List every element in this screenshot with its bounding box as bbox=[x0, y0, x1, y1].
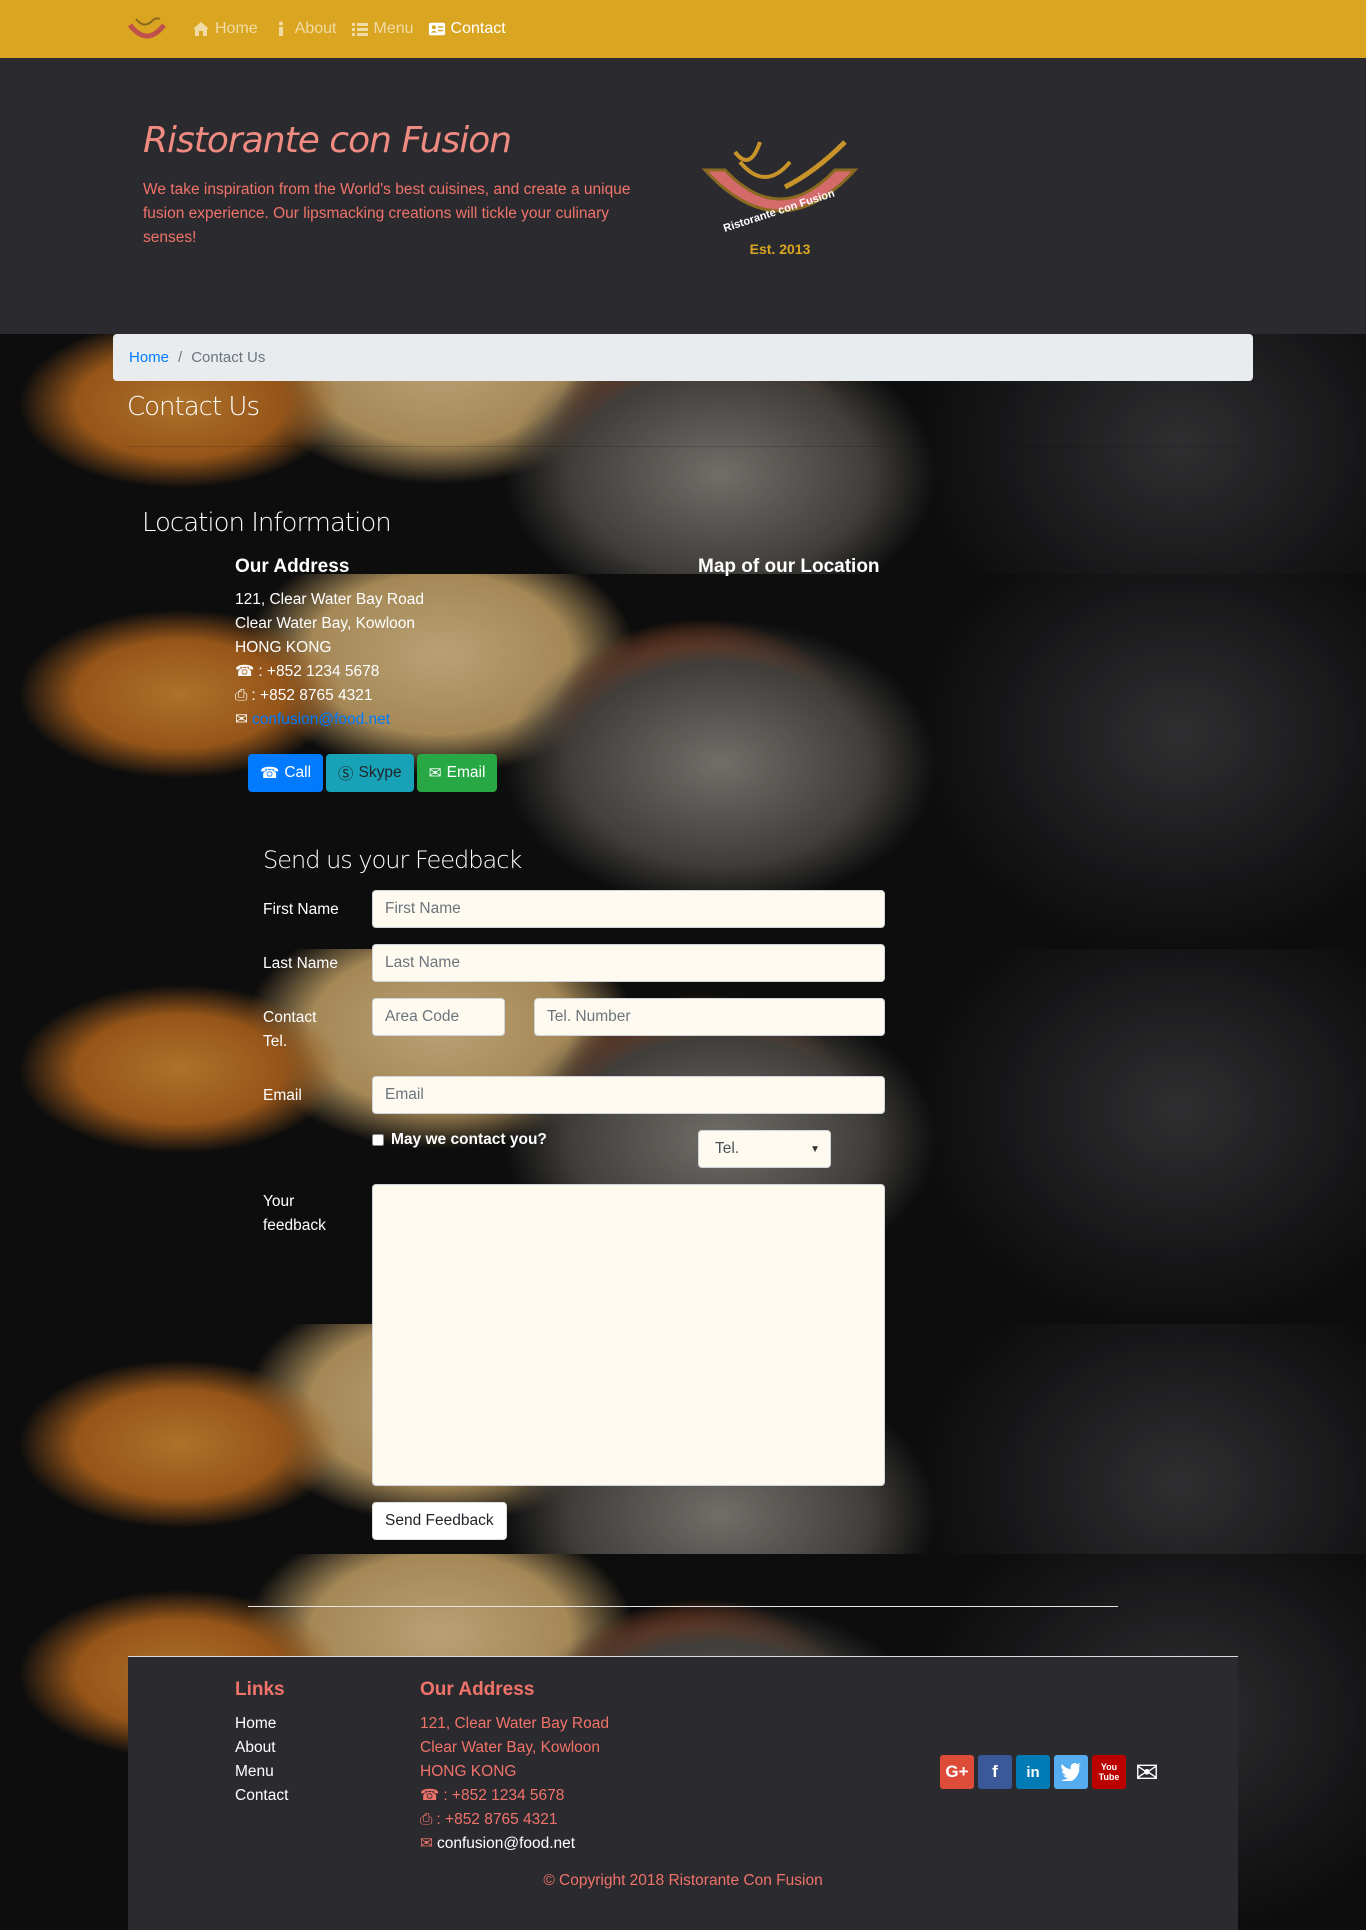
skype-button[interactable]: Ⓢ Skype bbox=[326, 754, 414, 792]
footer-link-menu[interactable]: Menu bbox=[235, 1760, 288, 1784]
skype-button-label: Skype bbox=[358, 764, 402, 781]
feedback-heading: Send us your Feedback bbox=[263, 846, 522, 874]
copyright: © Copyright 2018 Ristorante Con Fusion bbox=[543, 1872, 823, 1889]
skype-icon: Ⓢ bbox=[338, 766, 354, 783]
footer-link-about[interactable]: About bbox=[235, 1736, 288, 1760]
fax-icon: ⎙ bbox=[235, 687, 248, 704]
approve-checkbox-label: May we contact you? bbox=[391, 1131, 547, 1148]
footer-link-contact[interactable]: Contact bbox=[235, 1784, 288, 1808]
envelope-icon: ✉ bbox=[420, 1835, 433, 1852]
page-title: Contact Us bbox=[127, 392, 260, 422]
nav-menu: Home About Menu Contact bbox=[192, 0, 506, 58]
phone-icon: ☎ bbox=[420, 1787, 440, 1804]
twitter-bird-glyph bbox=[1061, 1763, 1081, 1781]
brand-title: Ristorante con Fusion bbox=[143, 120, 512, 161]
phone-number: : +852 1234 5678 bbox=[258, 663, 380, 680]
call-button-label: Call bbox=[284, 764, 312, 781]
envelope-icon[interactable]: ✉ bbox=[1130, 1755, 1164, 1789]
nav-contact-label: Contact bbox=[450, 20, 506, 37]
envelope-icon: ✉ bbox=[428, 764, 442, 782]
contact-type-value: Tel. bbox=[715, 1140, 740, 1157]
info-icon bbox=[278, 21, 283, 36]
call-button[interactable]: ☎ Call bbox=[248, 754, 324, 792]
phone-number: : +852 1234 5678 bbox=[443, 1787, 565, 1804]
approve-checkbox[interactable] bbox=[372, 1134, 384, 1146]
feedback-textarea[interactable] bbox=[372, 1184, 885, 1486]
address-heading: Our Address bbox=[235, 556, 350, 577]
logo-est: Est. 2013 bbox=[750, 241, 811, 257]
address-line: Clear Water Bay, Kowloon bbox=[420, 1739, 601, 1756]
fax-icon: ⎙ bbox=[420, 1811, 433, 1828]
tel-number-input[interactable]: Tel. Number bbox=[534, 998, 885, 1036]
restaurant-logo: Ristorante con Fusion Est. 2013 bbox=[701, 140, 859, 257]
address-block: 121, Clear Water Bay Road Clear Water Ba… bbox=[235, 588, 424, 732]
footer-address-heading: Our Address bbox=[420, 1679, 535, 1700]
brand-logo-icon[interactable] bbox=[126, 13, 168, 45]
first-name-input[interactable]: First Name bbox=[372, 890, 885, 928]
twitter-icon[interactable] bbox=[1054, 1755, 1088, 1789]
chevron-down-icon: ▼ bbox=[810, 1143, 820, 1155]
nav-menu-label: Menu bbox=[373, 20, 414, 37]
nav-home[interactable]: Home bbox=[192, 20, 258, 38]
breadcrumb-home[interactable]: Home bbox=[129, 349, 169, 366]
area-code-input[interactable]: Area Code bbox=[372, 998, 505, 1036]
contact-permission: May we contact you? bbox=[372, 1131, 547, 1149]
nav-home-label: Home bbox=[215, 20, 258, 37]
address-card-icon bbox=[428, 22, 445, 36]
contact-button-group: ☎ Call Ⓢ Skype ✉ Email bbox=[248, 754, 498, 792]
divider bbox=[248, 1606, 1118, 1607]
address-line: 121, Clear Water Bay Road bbox=[420, 1715, 609, 1732]
jumbotron: Ristorante con Fusion We take inspiratio… bbox=[0, 58, 1366, 334]
phone-icon: ☎ bbox=[235, 663, 255, 680]
map-heading: Map of our Location bbox=[698, 556, 880, 577]
facebook-icon[interactable]: f bbox=[978, 1755, 1012, 1789]
address-line: Clear Water Bay, Kowloon bbox=[235, 615, 416, 632]
home-icon bbox=[193, 22, 209, 36]
phone-icon: ☎ bbox=[260, 764, 280, 782]
nav-about[interactable]: About bbox=[272, 20, 337, 38]
address-line: 121, Clear Water Bay Road bbox=[235, 591, 424, 608]
brand-description: We take inspiration from the World's bes… bbox=[143, 181, 631, 246]
divider bbox=[127, 446, 1239, 447]
send-feedback-button[interactable]: Send Feedback bbox=[372, 1502, 507, 1540]
fax-number: : +852 8765 4321 bbox=[436, 1811, 558, 1828]
email-label: Email bbox=[263, 1087, 302, 1104]
first-name-label: First Name bbox=[263, 901, 339, 918]
feedback-label: Your feedback bbox=[263, 1193, 326, 1234]
linkedin-icon[interactable]: in bbox=[1016, 1755, 1050, 1789]
footer-link-home[interactable]: Home bbox=[235, 1712, 288, 1736]
address-line: HONG KONG bbox=[235, 639, 332, 656]
email-button[interactable]: ✉ Email bbox=[416, 754, 498, 792]
contact-type-select[interactable]: Tel. ▼ bbox=[698, 1130, 831, 1168]
fax-number: : +852 8765 4321 bbox=[251, 687, 373, 704]
footer: Links Home About Menu Contact Our Addres… bbox=[128, 1656, 1238, 1930]
social-links: G+ f in You Tube ✉ bbox=[940, 1755, 1164, 1789]
address-line: HONG KONG bbox=[420, 1763, 517, 1780]
last-name-input[interactable]: Last Name bbox=[372, 944, 885, 982]
youtube-icon[interactable]: You Tube bbox=[1092, 1755, 1126, 1789]
nav-about-label: About bbox=[294, 20, 337, 37]
breadcrumb: Home / Contact Us bbox=[113, 334, 1253, 381]
breadcrumb-current: Contact Us bbox=[191, 349, 266, 366]
list-icon bbox=[351, 23, 368, 36]
breadcrumb-separator: / bbox=[178, 349, 183, 366]
footer-address: 121, Clear Water Bay Road Clear Water Ba… bbox=[420, 1712, 609, 1856]
email-link[interactable]: confusion@food.net bbox=[252, 708, 390, 732]
contact-tel-label: Contact Tel. bbox=[263, 1009, 317, 1050]
footer-links: Home About Menu Contact bbox=[235, 1712, 288, 1808]
google-plus-icon[interactable]: G+ bbox=[940, 1755, 974, 1789]
email-button-label: Email bbox=[446, 764, 486, 781]
envelope-icon: ✉ bbox=[235, 711, 248, 728]
navbar: Home About Menu Contact bbox=[0, 0, 1366, 58]
last-name-label: Last Name bbox=[263, 955, 338, 972]
footer-links-heading: Links bbox=[235, 1679, 285, 1700]
location-heading: Location Information bbox=[142, 508, 392, 538]
footer-email[interactable]: confusion@food.net bbox=[437, 1832, 575, 1856]
email-input[interactable]: Email bbox=[372, 1076, 885, 1114]
nav-contact[interactable]: Contact bbox=[428, 20, 506, 38]
nav-menu-item[interactable]: Menu bbox=[351, 20, 414, 38]
